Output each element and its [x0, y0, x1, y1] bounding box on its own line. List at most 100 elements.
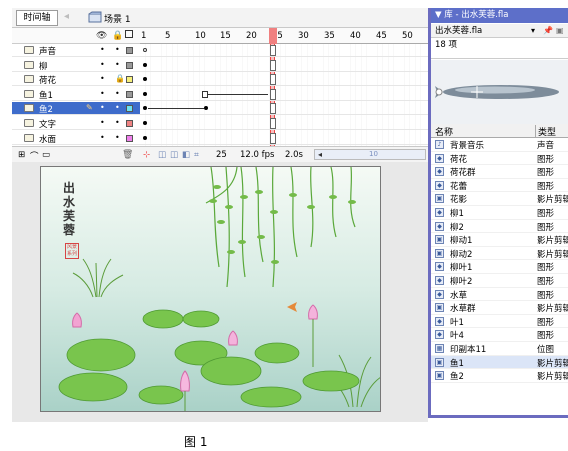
library-item[interactable]: ◆ 叶4 图形 — [431, 328, 568, 342]
layer-row[interactable]: 鱼2 ✎ • • — [12, 102, 140, 116]
frame-grid[interactable] — [140, 44, 428, 164]
lock-icon[interactable]: 🔒 — [112, 31, 123, 41]
frame-row[interactable] — [140, 132, 428, 145]
keyframe[interactable] — [143, 121, 147, 125]
playhead-marker[interactable] — [269, 28, 277, 44]
visibility-dot[interactable]: • — [100, 118, 105, 127]
library-item[interactable]: ◆ 叶1 图形 — [431, 315, 568, 329]
scroll-left-icon[interactable]: ◂ — [315, 150, 325, 159]
frame-row[interactable] — [140, 102, 428, 116]
add-guide-icon[interactable]: ⌒ — [30, 150, 39, 162]
outline-icon[interactable] — [125, 30, 133, 38]
layer-row[interactable]: 文字 • • — [12, 117, 140, 130]
trash-icon[interactable]: 🗑 — [122, 150, 133, 160]
new-library-icon[interactable]: ▣ — [556, 24, 564, 38]
library-item[interactable]: ▣ 柳动1 影片剪辑 — [431, 233, 568, 247]
column-type[interactable]: 类型 — [535, 125, 556, 138]
library-title[interactable]: ▼ 库 - 出水芙蓉.fla — [431, 8, 568, 23]
visibility-dot[interactable]: • — [100, 89, 105, 98]
end-frame[interactable] — [270, 45, 276, 56]
layer-row[interactable]: 鱼1 • • — [12, 88, 140, 101]
frame-row[interactable] — [140, 44, 428, 57]
layer-color-swatch[interactable] — [126, 120, 133, 127]
onion-outline-icon[interactable]: ◫ — [170, 150, 178, 160]
layer-color-swatch[interactable] — [126, 76, 133, 84]
library-item[interactable]: ▦ 印副本11 位图 — [431, 342, 568, 356]
edit-multiple-icon[interactable]: ◧ — [182, 150, 190, 160]
layer-color-swatch[interactable] — [126, 90, 133, 98]
layer-row[interactable]: 荷花 • 🔒 — [12, 73, 140, 87]
lock-dot[interactable]: • — [115, 133, 120, 142]
frame-row[interactable] — [140, 59, 428, 72]
lock-dot[interactable]: • — [115, 103, 120, 112]
keyframe[interactable] — [204, 106, 208, 111]
layer-color-swatch[interactable] — [126, 47, 133, 54]
library-item[interactable]: ◆ 柳1 图形 — [431, 206, 568, 220]
keyframe[interactable] — [143, 48, 147, 52]
modify-markers-icon[interactable]: ⌗ — [194, 150, 199, 160]
movieclip-icon: ▣ — [435, 235, 444, 245]
library-item[interactable]: ◆ 水草 图形 — [431, 288, 568, 302]
pin-icon[interactable]: 📌 — [543, 24, 553, 38]
stage-area: 出水芙蓉 风景 系列 — [12, 162, 428, 422]
frame-row[interactable] — [140, 73, 428, 87]
timeline-scrollbar[interactable]: ◂ 10 — [314, 149, 426, 160]
end-frame[interactable] — [270, 118, 276, 129]
library-item[interactable]: ▣ 柳动2 影片剪辑 — [431, 247, 568, 261]
library-item[interactable]: ◆ 柳2 图形 — [431, 220, 568, 234]
library-item[interactable]: ◆ 荷花群 图形 — [431, 165, 568, 179]
eye-icon[interactable]: 👁 — [96, 31, 107, 41]
tab-timeline[interactable]: 时间轴 — [16, 10, 58, 26]
insert-layer-icon[interactable]: ⊞ — [18, 150, 25, 160]
end-frame[interactable] — [270, 103, 276, 115]
library-item[interactable]: ▣ 鱼1 影片剪辑 — [431, 355, 568, 370]
onion-skin-icon[interactable]: ◫ — [158, 150, 166, 160]
library-item[interactable]: ▣ 花影 影片剪辑 — [431, 192, 568, 206]
frame-row[interactable] — [140, 117, 428, 130]
layer-row[interactable]: 声音 • • — [12, 44, 140, 57]
lock-dot[interactable]: • — [115, 45, 120, 54]
lock-icon[interactable]: 🔒 — [115, 74, 125, 83]
library-item[interactable]: ◆ 花蕾 图形 — [431, 179, 568, 193]
library-item-type: 图形 — [537, 154, 555, 165]
stage-canvas[interactable]: 出水芙蓉 风景 系列 — [40, 166, 381, 412]
pencil-icon: ✎ — [86, 103, 93, 113]
dropdown-icon[interactable]: ▾ — [531, 24, 535, 38]
back-arrow-icon[interactable]: ◂ — [64, 11, 69, 22]
keyframe[interactable] — [143, 77, 147, 82]
end-frame[interactable] — [270, 88, 276, 100]
end-frame[interactable] — [270, 59, 276, 71]
library-item[interactable]: ♪ 背景音乐 声音 — [431, 138, 568, 152]
frame-ruler[interactable]: 1 5 10 15 20 25 30 35 40 45 50 — [140, 28, 428, 44]
visibility-dot[interactable]: • — [100, 74, 105, 83]
library-file-select[interactable]: 出水芙蓉.fla ▾ 📌 ▣ — [431, 24, 568, 38]
library-item[interactable]: ◆ 柳叶2 图形 — [431, 274, 568, 288]
collapse-arrow-icon[interactable]: ▼ — [435, 10, 444, 20]
layer-row[interactable]: 柳 • • — [12, 59, 140, 72]
end-frame[interactable] — [270, 132, 276, 144]
lock-dot[interactable]: • — [115, 89, 120, 98]
column-name[interactable]: 名称 — [435, 125, 453, 138]
keyframe[interactable] — [143, 106, 147, 111]
visibility-dot[interactable]: • — [100, 103, 105, 112]
layer-color-swatch[interactable] — [126, 105, 133, 113]
end-frame[interactable] — [270, 74, 276, 86]
library-item[interactable]: ▣ 水草群 影片剪辑 — [431, 301, 568, 315]
insert-folder-icon[interactable]: ▭ — [42, 150, 50, 160]
layer-color-swatch[interactable] — [126, 134, 133, 142]
keyframe[interactable] — [143, 91, 147, 96]
library-item[interactable]: ◆ 柳叶1 图形 — [431, 260, 568, 274]
layer-row[interactable]: 水面 • • — [12, 132, 140, 145]
library-item[interactable]: ▣ 鱼2 影片剪辑 — [431, 369, 568, 383]
lock-dot[interactable]: • — [115, 118, 120, 127]
visibility-dot[interactable]: • — [100, 133, 105, 142]
lock-dot[interactable]: • — [115, 60, 120, 69]
visibility-dot[interactable]: • — [100, 60, 105, 69]
frame-row[interactable] — [140, 88, 428, 101]
keyframe[interactable] — [143, 135, 147, 140]
keyframe[interactable] — [143, 62, 147, 67]
center-frame-icon[interactable]: ⊹ — [143, 150, 150, 160]
visibility-dot[interactable]: • — [100, 45, 105, 54]
library-item[interactable]: ◆ 荷花 图形 — [431, 152, 568, 166]
layer-color-swatch[interactable] — [126, 61, 133, 69]
